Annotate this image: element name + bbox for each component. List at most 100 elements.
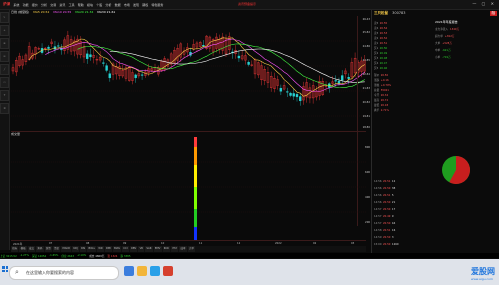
- tab-indicator[interactable]: 成本: [179, 246, 187, 252]
- text-icon[interactable]: T: [0, 90, 9, 101]
- price-tick: 19.81: [362, 115, 370, 118]
- tab-indicator[interactable]: RSI: [79, 246, 87, 252]
- menu-item[interactable]: 个股: [95, 3, 104, 7]
- menu-item[interactable]: 特色服务: [150, 3, 165, 7]
- tab-indicator[interactable]: KDJ: [72, 246, 79, 252]
- menu-item[interactable]: 期权: [141, 3, 150, 7]
- tick-row: 14:59 20.50 3: [374, 236, 394, 239]
- tab-indicator[interactable]: 大单: [187, 246, 196, 252]
- candle-body: [202, 44, 205, 47]
- candlestick-chart[interactable]: [11, 16, 366, 131]
- quote-row: 卖3 20.53: [374, 32, 388, 35]
- settings-icon[interactable]: ⚙: [0, 103, 9, 114]
- tab-indicator[interactable]: 成交: [27, 246, 36, 252]
- price-tick: 18.80: [362, 126, 370, 129]
- market-status-bar: 上证 3215.52 -1.27% 深证 12054 -1.65% 创业 2643 -2.…: [0, 253, 499, 258]
- menu-item[interactable]: 系统: [12, 3, 21, 7]
- crosshair-icon[interactable]: +: [0, 25, 9, 36]
- report-title[interactable]: 2021年年度报告: [435, 20, 499, 24]
- flow-row: 中单 -621万: [435, 49, 451, 52]
- tab-indicator[interactable]: CCI: [122, 246, 129, 252]
- app-icon[interactable]: [163, 266, 173, 276]
- quote-row: 换手 2.71%: [374, 109, 389, 112]
- candle-body: [289, 92, 292, 96]
- tab-indicator[interactable]: PSY: [171, 246, 179, 252]
- sub-chart-title[interactable]: 成交量: [11, 132, 20, 136]
- tab-indicator[interactable]: BIAS: [112, 246, 122, 252]
- status-item: -2.10%: [77, 254, 87, 257]
- tab-indicator[interactable]: SAR: [145, 246, 153, 252]
- zoom-in-icon[interactable]: ⊕: [0, 38, 9, 49]
- menu-item[interactable]: 功能: [21, 3, 30, 7]
- indicator-segment: [194, 165, 197, 187]
- candles: [11, 30, 366, 106]
- quote-row: 卖5 20.55: [374, 22, 388, 25]
- indicator-tabs: 指标 模板 成交 筹码 游资 资金 MACD KDJ RSI BOLL WR D…: [11, 246, 366, 252]
- cursor-icon[interactable]: ↖: [0, 12, 9, 23]
- tab-indicator[interactable]: 游资: [44, 246, 52, 252]
- candle-body: [337, 80, 341, 84]
- tick-row: 14:57 20.50 17: [374, 208, 396, 211]
- menu-item[interactable]: 资讯: [58, 3, 67, 7]
- candle-body: [47, 46, 50, 49]
- menu-item[interactable]: 交易: [49, 3, 58, 7]
- date-tick: 02: [313, 242, 317, 245]
- tick-row: 14:56 20.50 38: [374, 187, 396, 190]
- menu-item[interactable]: 模块: [85, 3, 94, 7]
- candle-body: [102, 62, 105, 64]
- tab-indicator[interactable]: 资金: [52, 246, 61, 252]
- stock-code: 300783: [392, 11, 406, 15]
- tab-indicator[interactable]: 模板: [19, 246, 27, 252]
- menu-item[interactable]: 市场: [122, 3, 131, 7]
- ma30-label: MA30 21.61: [97, 10, 116, 14]
- margin-badge: 融: [489, 11, 497, 16]
- browser-icon[interactable]: [150, 266, 160, 276]
- tab-indicator[interactable]: OBV: [129, 246, 138, 252]
- chart-period[interactable]: 日线 (前复权): [11, 10, 29, 14]
- volume-chart[interactable]: [11, 137, 366, 240]
- capital-pie: [442, 156, 471, 184]
- quote-row: 买5 20.46: [374, 67, 388, 70]
- alert-text[interactable]: 资讯预备提示: [238, 2, 256, 6]
- zoom-out-icon[interactable]: ⊖: [0, 51, 9, 62]
- tab-indicator[interactable]: 筹码: [36, 246, 44, 252]
- menu-item[interactable]: 帮助: [76, 3, 85, 7]
- menu-item[interactable]: 报价: [30, 3, 39, 7]
- tab-indicator[interactable]: BOLL: [87, 246, 97, 252]
- menu-item[interactable]: 工具: [67, 3, 76, 7]
- tick-list[interactable]: 14:56 20.51 12 14:56 20.50 38 14:56 20.51 5 14:56…: [374, 180, 434, 252]
- stock-name[interactable]: 三只松鼠: [374, 11, 388, 15]
- quote-row: 最高 20.72: [374, 99, 389, 102]
- tab-indicator[interactable]: VR: [138, 246, 145, 252]
- candle-body: [134, 74, 137, 79]
- menu-item[interactable]: 数据: [113, 3, 122, 7]
- tab-indicator[interactable]: WR: [97, 246, 104, 252]
- indicator-segment: [194, 209, 197, 227]
- menu-item[interactable]: 发现: [131, 3, 140, 7]
- tab-indicator[interactable]: 指标: [11, 246, 19, 252]
- date-tick: 11: [199, 242, 203, 245]
- menu-item[interactable]: 分析: [39, 3, 48, 7]
- candle-body: [299, 96, 302, 102]
- app-logo[interactable]: 沪深: [0, 2, 12, 7]
- order-book: 卖5 20.55 卖4 20.54 卖3 20.53 卖2 20.52 卖1 20.51 买1 20.…: [374, 21, 434, 131]
- tab-indicator[interactable]: MACD: [61, 246, 72, 252]
- draw-line-icon[interactable]: ╱: [0, 64, 9, 75]
- candle-body: [140, 74, 144, 76]
- file-explorer-icon[interactable]: [137, 266, 147, 276]
- taskbar-search[interactable]: ⌕ 在这里输入你要搜索的内容: [9, 266, 119, 280]
- ruler-icon[interactable]: ▭: [0, 77, 9, 88]
- window-controls[interactable]: — ▢ ✕: [472, 1, 496, 6]
- ma10-line: [45, 38, 365, 92]
- candle-body: [89, 54, 92, 58]
- windows-start-icon[interactable]: [2, 266, 8, 272]
- left-toolbar: ↖ + ⊕ ⊖ ╱ ▭ T ⚙: [0, 10, 10, 250]
- task-view-icon[interactable]: [124, 266, 134, 276]
- tab-indicator[interactable]: DMI: [104, 246, 112, 252]
- indicator-segment: [194, 187, 197, 209]
- tab-indicator[interactable]: EMV: [153, 246, 162, 252]
- menu-bar: 沪深 系统 功能 报价 分析 交易 资讯 工具 帮助 模块 个股 分析 数据 市…: [0, 0, 499, 10]
- date-tick: 2022: [275, 242, 282, 245]
- menu-item[interactable]: 分析: [104, 3, 113, 7]
- tab-indicator[interactable]: ROC: [162, 246, 171, 252]
